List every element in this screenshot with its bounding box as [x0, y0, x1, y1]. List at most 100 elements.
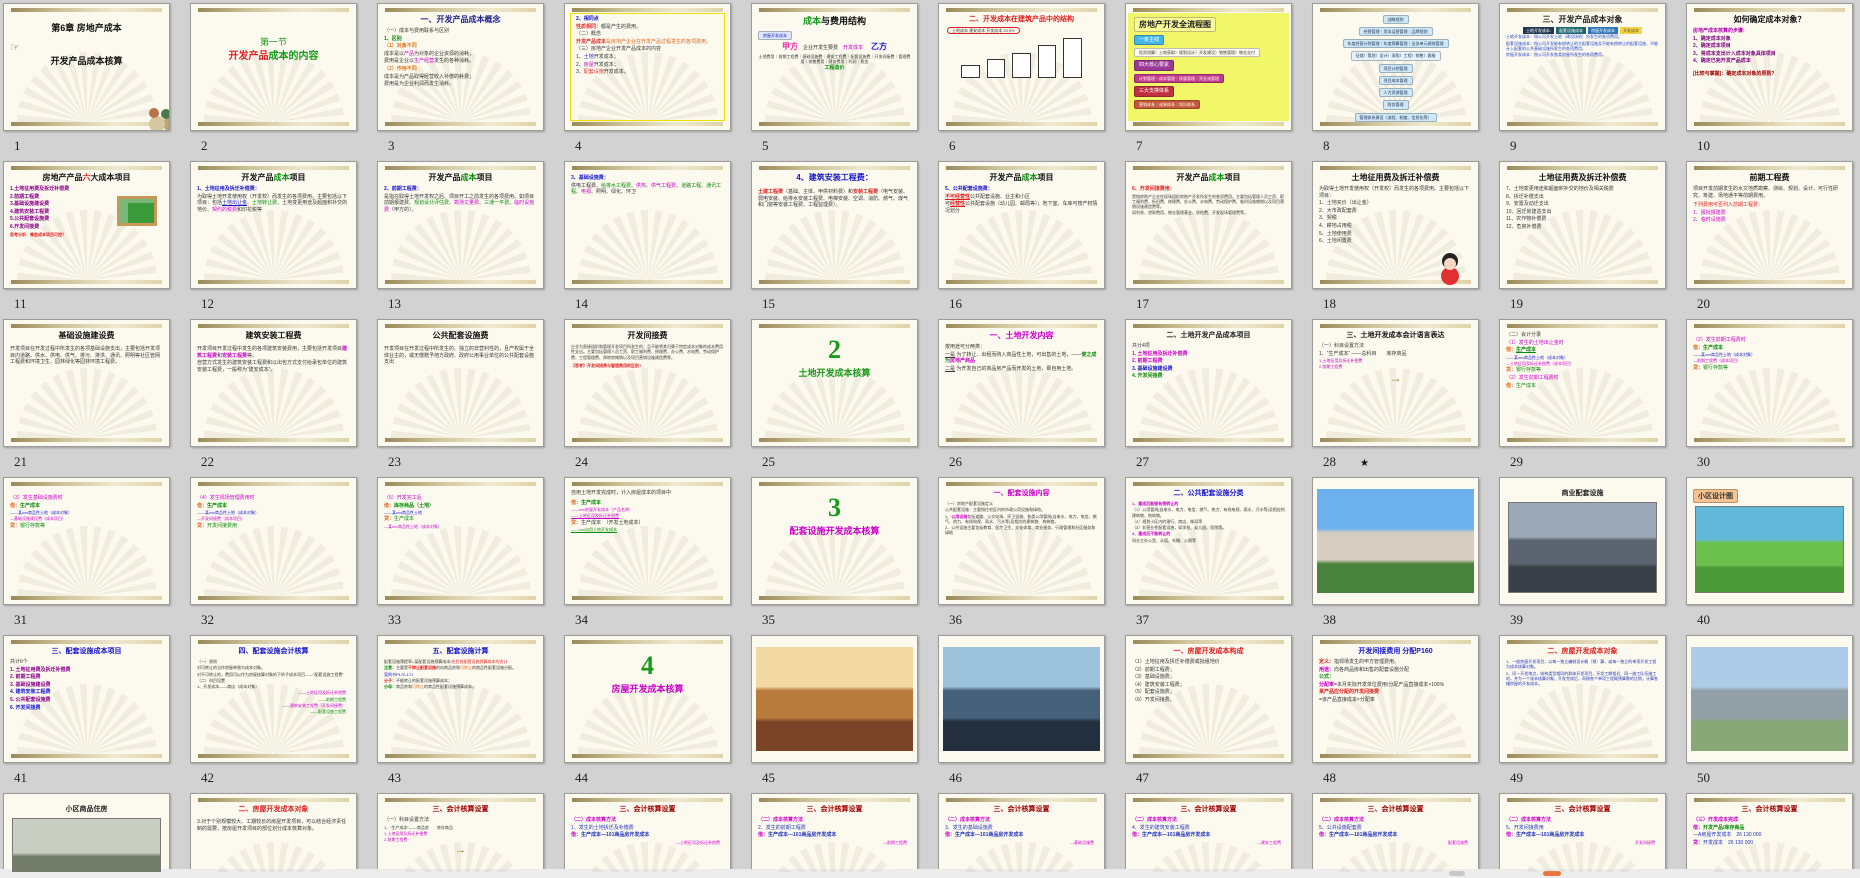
- slide-text-line: 可经营性公共配套设施（幼儿园、邮局等）；地下室、车库可按产权情况划分: [945, 201, 1098, 214]
- slide-text-line: 3、发生的基础设施费: [945, 824, 993, 831]
- slide-thumbnail[interactable]: 土地征用费及拆迁补偿费 7、土地变更用途和超面积补交的地价及相关税费 8、拆迁补偿支…: [1499, 161, 1666, 289]
- slide-thumbnail[interactable]: 开发间接费用 分配P160 定义：指现场发生的甲方管理费用。 用途：向各商品房和出售…: [1312, 635, 1479, 763]
- slide-number: 29: [1510, 454, 1523, 469]
- slide-thumbnail[interactable]: 2 土地开发成本核算: [751, 319, 918, 447]
- slide-text-line: 房屋开发成本核算: [611, 684, 684, 694]
- slide-thumbnail[interactable]: 如何确定成本对象？ 房地产成本核算的步骤: 1、确定成本对象 2、确定成本项目 3、将成…: [1686, 3, 1853, 131]
- slide-thumbnail[interactable]: 三、会计核算设置 （二）成本核算方法 5、开发间接费用 借：生产成本—101商品房开发…: [1499, 793, 1666, 872]
- slide-thumbnail[interactable]: 三、开发产品成本对象 土地开发成本: 配套设施成本 房屋开发成本 开发成本 土地开发成本：…: [1499, 3, 1666, 131]
- slide-thumbnail[interactable]: 二、房屋开发成本对象 3.对于个别规模较大、工期较长的房屋开发项目，可以结合经济责…: [190, 793, 357, 872]
- slide-thumbnail[interactable]: 基础设施建设费 开发项目在开发过程中所发生的各项基础设施支出，主要包括开发项目内道…: [3, 319, 170, 447]
- slide-thumbnail[interactable]: 三、会计核算设置 （一）科目设置方法 1、“生产成本”——商品房 库存商品 1.土地征…: [377, 793, 544, 872]
- slide-text-line: （5）开发完工后: [384, 495, 422, 501]
- slide-thumbnail[interactable]: 开发产品成本项目 6、开发间接费用： 是指房地产企业在现场组织房地产开发所发生的各项…: [1125, 161, 1292, 289]
- slide-thumbnail[interactable]: 第一节 开发产品成本的内容: [190, 3, 357, 131]
- slide-thumbnail[interactable]: 3 配套设施开发成本核算: [751, 477, 918, 605]
- slide-title: 建筑安装工程费: [245, 331, 302, 340]
- slide-thumbnail[interactable]: 三、土地开发成本会计语言表达 （一）科目设置方法 1、“生产成本” ——总科目 库存…: [1312, 319, 1479, 447]
- slide-thumbnail[interactable]: [751, 635, 918, 763]
- slide-text-line: 贷：银行存款等: [1693, 364, 1729, 371]
- slide-text-line: ——某xxx商品性土地（成本对象）: [1506, 354, 1568, 360]
- slide-thumbnail[interactable]: 四、配套设施会计核算 （一）原则 对可转让的当作房屋单独为成本对象。 对不可转让的，费…: [190, 635, 357, 763]
- slide-title: 土地征用费及拆迁补偿费: [1351, 173, 1440, 182]
- slide-text-line: （5）配套设施费；: [1132, 689, 1175, 696]
- slide-text-line: （4）发生现场管理费用时: [197, 495, 255, 501]
- slide-cell: 50: [1686, 635, 1853, 793]
- slide-thumbnail[interactable]: 4 房屋开发成本核算: [564, 635, 731, 763]
- slide-thumbnail[interactable]: 开发产品成本项目 5、公共配套设施费： 不可经营性公共配套设施、业主和小区 可经营性公…: [938, 161, 1105, 289]
- slide-thumbnail[interactable]: 三、会计核算设置 （三）开发成本完成 借：开发产品/库存商品 —A房屋开发成本 26 …: [1686, 793, 1853, 872]
- slide-number: 41: [14, 770, 27, 785]
- slide-thumbnail[interactable]: （3）发生基础设施费时 借：生产成本 ——某xxx商品性土地（成本对象） —基础设施建…: [3, 477, 170, 605]
- slide-thumbnail[interactable]: 开发产品成本项目 2、前期工程费： 是指在取得土地开发权之后、项目开工之前发生的各项…: [377, 161, 544, 289]
- slide-thumbnail[interactable]: 开发产品成本项目 1、土地征用及拆迁补偿费： 为取得土地开发使用权（开发权）而发生的…: [190, 161, 357, 289]
- slide-thumbnail[interactable]: [938, 635, 1105, 763]
- slide-text-line: （1）土地征用及拆迁补偿费或批租地价: [1132, 659, 1220, 665]
- slide-thumbnail[interactable]: [1686, 635, 1853, 763]
- slide-thumbnail[interactable]: 战略规划 经营管理｜资本运营管理｜品牌规划 年度经营计划管理｜年度预算管理｜业务单元…: [1312, 3, 1479, 131]
- slide-thumbnail[interactable]: 二、土地开发产品成本项目 共计4项 1. 土地征用及拆迁补偿费 2. 前期工程费 3. …: [1125, 319, 1292, 447]
- slide-text-line: （一）原则: [197, 659, 217, 664]
- slide-thumbnail[interactable]: 公共配套设施费 开发项目在开发过程中所发生的、独立的非营利性的，且产权属于全体业主…: [377, 319, 544, 447]
- slide-text-line: 借：生产成本—101商品房开发成本: [945, 832, 1024, 839]
- slide-thumbnail[interactable]: 一、土地开发内容 按用途可分两类： 一是 为了转让、出租而购入商品性土地，可出售的土…: [938, 319, 1105, 447]
- slide-thumbnail[interactable]: 小区设计图: [1686, 477, 1853, 605]
- slide-thumbnail[interactable]: 五、配套设施计算 配套设施预提率=某配套设施预算成本/应负担配套设施预算成本的合计…: [377, 635, 544, 763]
- slide-thumbnail[interactable]: 建筑安装工程费 开发项目开发过程中发生的各项建筑安装费用，主要包括开发项目建筑工程…: [190, 319, 357, 447]
- slide-text-line: 8、拆迁补偿支出: [1506, 193, 1544, 200]
- slide-thumbnail[interactable]: 3、基础设施费： 供电工程费、给排水工程费、供热、供气工程费、道路工程、通讯工程、…: [564, 161, 731, 289]
- slide-thumbnail[interactable]: 房地产产品六大成本项目 1.土地征用费及拆迁补偿费 2.前期工程费 3.基础设施建设费…: [3, 161, 170, 289]
- slide-thumbnail[interactable]: 商业配套设施: [1499, 477, 1666, 605]
- slide-thumbnail[interactable]: [1312, 477, 1479, 605]
- slide-cell: 开发间接费用 分配P160 定义：指现场发生的甲方管理费用。 用途：向各商品房和出售…: [1312, 635, 1479, 793]
- slide-text-line: （2）发生前期工程费时: [1506, 374, 1559, 381]
- slide-thumbnail[interactable]: （5）开发完工后 借：库存商品（土地） ——某xxx商品性土地 贷：生产成本 —某xxx…: [377, 477, 544, 605]
- slide-text-line: ——xxx房屋开发成本（产品名称）: [571, 507, 633, 513]
- slide-text-line: —建安工程费: [1257, 839, 1281, 845]
- slide-thumbnail[interactable]: （二）会计分录 （1）发生的土地出让金时 借：生产成本 ——某xxx商品性土地（成本对…: [1499, 319, 1666, 447]
- slide-sorter-grid[interactable]: 第6章 房地产成本 ☞ 开发产品成本核算 1 第一节 开发产品成本的内容 2 一、开发产品成本…: [0, 0, 1860, 872]
- slide-thumbnail[interactable]: 三、会计核算设置 （二）成本核算方法 1、发生的土地拆迁及补偿费 借：生产成本—101…: [564, 793, 731, 872]
- slide-thumbnail[interactable]: 成本与费用结构 房屋开发成本 甲方 企业开发生要费 开发成本 乙方 土地费用｜前期工程…: [751, 3, 918, 131]
- slide-text-line: 营销体系｜成果体系｜知识体系: [1134, 99, 1200, 110]
- slide-thumbnail[interactable]: 三、会计核算设置 （二）成本核算方法 4、发生的建筑安装工程费 借：生产成本—101商…: [1125, 793, 1292, 872]
- slide-thumbnail[interactable]: 开发间接费 企业为直接组织和管理开发项目所发生的、且不能将其归属于特定成本对象的成…: [564, 319, 731, 447]
- slide-thumbnail[interactable]: 三、会计核算设置 （二）成本核算方法 2、发生的前期工程费 借：生产成本—101商品房…: [751, 793, 918, 872]
- slide-thumbnail[interactable]: 三、配套设施成本项目 共计6个 1. 土地征用费及拆迁补偿费 2. 前期工程费 3. 基…: [3, 635, 170, 763]
- slide-title: 房地产开发全流程图: [1134, 16, 1216, 32]
- slide-thumbnail[interactable]: 土地征用费及拆迁补偿费 为取得土地开发使用权（开发权）而发生的各项费用。主要包括以…: [1312, 161, 1479, 289]
- slide-cell: 三、会计核算设置 （三）开发成本完成 借：开发产品/库存商品 —A房屋开发成本 26 …: [1686, 793, 1853, 872]
- slide-text-line: 贷：生产成本 （开发土地成本）: [571, 519, 644, 526]
- slide-thumbnail[interactable]: 三、会计核算设置 （二）成本核算方法 5、公共设施配套费 借：生产成本—101商品房开…: [1312, 793, 1479, 872]
- slide-cell: 房地产产品六大成本项目 1.土地征用费及拆迁补偿费 2.前期工程费 3.基础设施建设费…: [3, 161, 170, 319]
- slide-thumbnail[interactable]: 自用土地开发完成时，计入房屋成本的项目中 借：生产成本 ——xxx房屋开发成本（产品…: [564, 477, 731, 605]
- slide-thumbnail[interactable]: 一、配套设施内容 （一）房地产配套设施定义 公共配套设施：主要指住宅区内的市政公用设…: [938, 477, 1105, 605]
- slide-thumbnail[interactable]: 二、开发成本在建筑产品中的结构 土地成本 建安成本 开发成本 20.9%: [938, 3, 1105, 131]
- slide-text-line: 项目成本管理: [1378, 75, 1413, 86]
- slide-number: 27: [1136, 454, 1149, 469]
- slide-number: 3: [388, 138, 395, 153]
- slide-title: 一、开发产品成本概念: [420, 15, 501, 24]
- slide-thumbnail[interactable]: 第6章 房地产成本 ☞ 开发产品成本核算: [3, 3, 170, 131]
- slide-thumbnail[interactable]: （4）发生现场管理费用时 借：生产成本 ——某xxx商品性土地（成本对象） —开发间接…: [190, 477, 357, 605]
- slide-thumbnail[interactable]: 小区商品住房: [3, 793, 170, 872]
- slide-thumbnail[interactable]: 二、房屋开发成本对象 1、一般房屋开发项目，以每一独立编制设计概（预）算、或每一独…: [1499, 635, 1666, 763]
- slide-text-line: 2.前期工程费: [1319, 364, 1343, 370]
- slide-cell: 三、会计核算设置 （二）成本核算方法 4、发生的建筑安装工程费 借：生产成本—101商…: [1125, 793, 1292, 872]
- slide-text-line: （二）成本核算方法: [1132, 817, 1178, 823]
- slide-thumbnail[interactable]: 二、公共配套设施分类 1、建成后能够有偿转让的 （1）公用管线(自来水、电力、电信、…: [1125, 477, 1292, 605]
- slide-thumbnail[interactable]: 前期工程费 项目开发前期发生的水文地质勘察、测绘、规划、设计、可行性研究、筹建、场…: [1686, 161, 1853, 289]
- slide-thumbnail[interactable]: 2、相同点 性质相同：都是产生的费用。 （二）概念 开发产品成本是房地产企业在开发产品…: [564, 3, 731, 131]
- slide-number: 17: [1136, 296, 1149, 311]
- slide-cell: 三、会计核算设置 （二）成本核算方法 5、公共设施配套费 借：生产成本—101商品房开…: [1312, 793, 1479, 872]
- slide-thumbnail[interactable]: 一、房屋开发成本构成 （1）土地征用及拆迁补偿费或批租地价 （2）前期工程费； （3）…: [1125, 635, 1292, 763]
- slide-thumbnail[interactable]: 三、会计核算设置 （二）成本核算方法 3、发生的基础设施费 借：生产成本—101商品房…: [938, 793, 1105, 872]
- slide-thumbnail[interactable]: （2）发生前期工程费时 借：生产成本 ——某xxx商品性土地（成本对象） —前期工程费…: [1686, 319, 1853, 447]
- slide-thumbnail[interactable]: 4、建筑安装工程费： 土建工程费（基础、主体、甲供材料费）和安装工程费（电气安装、…: [751, 161, 918, 289]
- slide-thumbnail[interactable]: 一、开发产品成本概念 （一）成本与费用联系与区别 1、区别 （1）对象不同 成本是以产品…: [377, 3, 544, 131]
- slide-text-line: 2、临时设施费: [1693, 217, 1726, 224]
- slide-thumbnail[interactable]: 房地产开发全流程图 一条主线 投资测算〉土地获取〉规划设计〉开发建设〉销售管理〉物业…: [1125, 3, 1292, 131]
- slide-text-line: 6.开发间接费: [10, 223, 40, 230]
- slide-cell: 房地产开发全流程图 一条主线 投资测算〉土地获取〉规划设计〉开发建设〉销售管理〉物业…: [1125, 3, 1292, 161]
- slide-number: 8: [1323, 138, 1330, 153]
